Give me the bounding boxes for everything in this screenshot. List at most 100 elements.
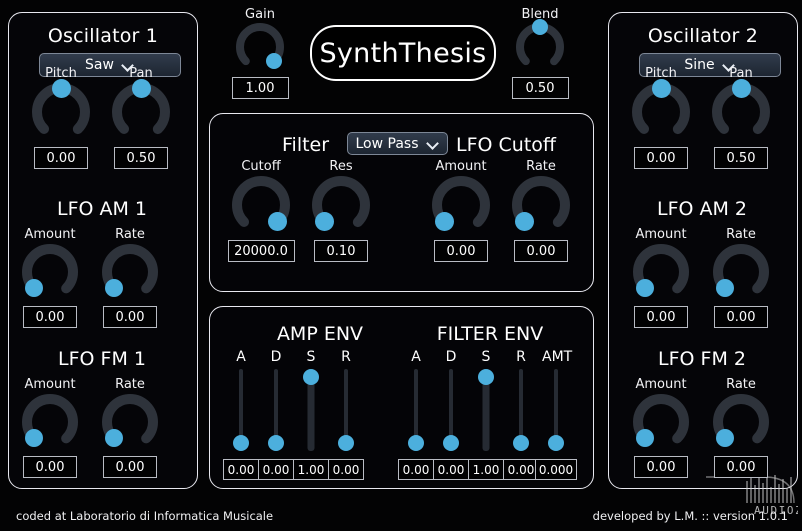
- filter-env-r-value[interactable]: 0.00: [503, 459, 539, 480]
- osc2-pitch-knob[interactable]: [632, 78, 690, 141]
- osc1-pan-knob[interactable]: [112, 78, 170, 141]
- lfo-cutoff-rate-indicator[interactable]: [514, 212, 534, 232]
- filter-env-amt-slider[interactable]: AMT: [542, 349, 572, 451]
- oscillator-2-title: Oscillator 2: [647, 25, 759, 47]
- lfo-am-2-rate-indicator[interactable]: [715, 279, 734, 298]
- amp-env-r-value[interactable]: 0.00: [328, 459, 364, 480]
- osc1-pitch-indicator[interactable]: [51, 78, 71, 98]
- lfo-cutoff-amount-knob[interactable]: [432, 176, 490, 234]
- filter-cutoff-knob[interactable]: [232, 176, 290, 234]
- chevron-down-icon: [427, 137, 440, 150]
- lfo-cutoff-amount-value[interactable]: 0.00: [434, 240, 488, 262]
- lfo-am-2-title: LFO AM 2: [656, 198, 748, 220]
- osc2-pan-indicator[interactable]: [731, 78, 751, 98]
- filter-env-title: FILTER ENV: [436, 323, 544, 345]
- lfo-fm-1-amount-value[interactable]: 0.00: [23, 456, 77, 478]
- amp-env-a-slider[interactable]: A: [227, 349, 255, 451]
- filter-env-d-slider[interactable]: D: [437, 349, 465, 451]
- amp-env-r-slider[interactable]: R: [332, 349, 360, 451]
- blend-value[interactable]: 0.50: [511, 77, 569, 99]
- lfo-am-2-rate-knob[interactable]: [713, 244, 769, 300]
- lfo-cutoff-amount-indicator[interactable]: [434, 212, 454, 232]
- lfo-fm-1-rate-value[interactable]: 0.00: [103, 456, 157, 478]
- lfo-fm-1-amount-knob[interactable]: [22, 394, 78, 450]
- amp-env-r-label: R: [341, 349, 351, 365]
- lfo-am-2-rate-label: Rate: [726, 227, 756, 242]
- lfo-am-2-amount-indicator[interactable]: [635, 279, 654, 298]
- lfo-fm-1-rate-label: Rate: [115, 377, 145, 392]
- amp-env-a-value[interactable]: 0.00: [223, 459, 259, 480]
- oscillator-1-title: Oscillator 1: [47, 25, 159, 47]
- amp-env-d-value[interactable]: 0.00: [258, 459, 294, 480]
- lfo-fm-2-amount-value[interactable]: 0.00: [634, 456, 688, 478]
- filter-env-s-value[interactable]: 1.00: [468, 459, 504, 480]
- svg-text:AUDIOZ: AUDIOZ: [754, 504, 798, 517]
- synth-plugin-window: Oscillator 1 Saw Oscillator 2 Sine Filte…: [0, 0, 802, 531]
- lfo-am-1-rate-value[interactable]: 0.00: [103, 306, 157, 328]
- lfo-fm-1-title: LFO FM 1: [58, 348, 146, 370]
- osc1-pitch-value[interactable]: 0.00: [34, 147, 88, 169]
- plugin-logo: SynthThesis: [310, 25, 496, 81]
- filter-env-s-label: S: [481, 349, 491, 365]
- lfo-am-2-amount-knob[interactable]: [633, 244, 689, 300]
- lfo-am-1-amount-knob[interactable]: [22, 244, 78, 300]
- lfo-am-1-rate-knob[interactable]: [102, 244, 158, 300]
- osc2-pan-knob[interactable]: [712, 78, 770, 141]
- amp-env-s-thumb[interactable]: [303, 369, 319, 385]
- filter-cutoff-value[interactable]: 20000.0: [227, 240, 295, 262]
- amp-env-d-thumb[interactable]: [268, 435, 284, 451]
- blend-indicator[interactable]: [532, 19, 548, 35]
- gain-knob[interactable]: [236, 23, 284, 71]
- filter-res-knob[interactable]: [312, 176, 370, 234]
- lfo-fm-1-amount-indicator[interactable]: [24, 429, 43, 448]
- filter-res-label: Res: [329, 159, 353, 174]
- filter-env-s-slider[interactable]: S: [472, 349, 500, 451]
- amp-env-s-slider[interactable]: S: [297, 349, 325, 451]
- filter-env-a-value[interactable]: 0.00: [398, 459, 434, 480]
- lfo-fm-2-amount-knob[interactable]: [633, 394, 689, 450]
- filter-env-d-value[interactable]: 0.00: [433, 459, 469, 480]
- filter-env-amt-value[interactable]: 0.000: [535, 459, 577, 480]
- filter-type-select[interactable]: Low Pass: [347, 132, 448, 155]
- filter-env-amt-thumb[interactable]: [548, 435, 564, 451]
- filter-env-d-thumb[interactable]: [443, 435, 459, 451]
- lfo-fm-2-amount-indicator[interactable]: [635, 429, 654, 448]
- plugin-name: SynthThesis: [319, 37, 487, 69]
- filter-res-value[interactable]: 0.10: [314, 240, 368, 262]
- filter-env-r-thumb[interactable]: [513, 435, 529, 451]
- amp-env-r-thumb[interactable]: [338, 435, 354, 451]
- gain-label: Gain: [245, 7, 275, 22]
- lfo-am-1-amount-indicator[interactable]: [24, 279, 43, 298]
- filter-env-a-thumb[interactable]: [408, 435, 424, 451]
- amp-env-d-label: D: [270, 349, 282, 365]
- lfo-fm-1-rate-indicator[interactable]: [104, 429, 123, 448]
- filter-env-r-slider[interactable]: R: [507, 349, 535, 451]
- filter-env-s-thumb[interactable]: [478, 369, 494, 385]
- osc1-pitch-knob[interactable]: [32, 78, 90, 141]
- filter-env-a-slider[interactable]: A: [402, 349, 430, 451]
- amp-env-a-label: A: [236, 349, 246, 365]
- osc1-pan-indicator[interactable]: [131, 78, 151, 98]
- lfo-am-2-amount-label: Amount: [635, 227, 687, 242]
- blend-knob[interactable]: [516, 19, 564, 71]
- osc2-pitch-value[interactable]: 0.00: [634, 147, 688, 169]
- filter-res-indicator[interactable]: [314, 212, 334, 232]
- lfo-am-1-amount-value[interactable]: 0.00: [23, 306, 77, 328]
- lfo-fm-2-rate-value[interactable]: 0.00: [714, 456, 768, 478]
- lfo-fm-1-rate-knob[interactable]: [102, 394, 158, 450]
- amp-env-d-slider[interactable]: D: [262, 349, 290, 451]
- lfo-am-2-rate-value[interactable]: 0.00: [714, 306, 768, 328]
- osc1-pan-value[interactable]: 0.50: [114, 147, 168, 169]
- osc2-pitch-indicator[interactable]: [651, 78, 671, 98]
- lfo-fm-2-rate-indicator[interactable]: [715, 429, 734, 448]
- gain-value[interactable]: 1.00: [231, 77, 289, 99]
- lfo-am-2-amount-value[interactable]: 0.00: [634, 306, 688, 328]
- lfo-am-1-rate-indicator[interactable]: [104, 279, 123, 298]
- amp-env-a-thumb[interactable]: [233, 435, 249, 451]
- osc2-pan-value[interactable]: 0.50: [714, 147, 768, 169]
- lfo-cutoff-rate-value[interactable]: 0.00: [514, 240, 568, 262]
- lfo-fm-2-rate-knob[interactable]: [713, 394, 769, 450]
- amp-env-title: AMP ENV: [276, 323, 364, 345]
- amp-env-s-value[interactable]: 1.00: [293, 459, 329, 480]
- lfo-cutoff-rate-knob[interactable]: [512, 176, 570, 234]
